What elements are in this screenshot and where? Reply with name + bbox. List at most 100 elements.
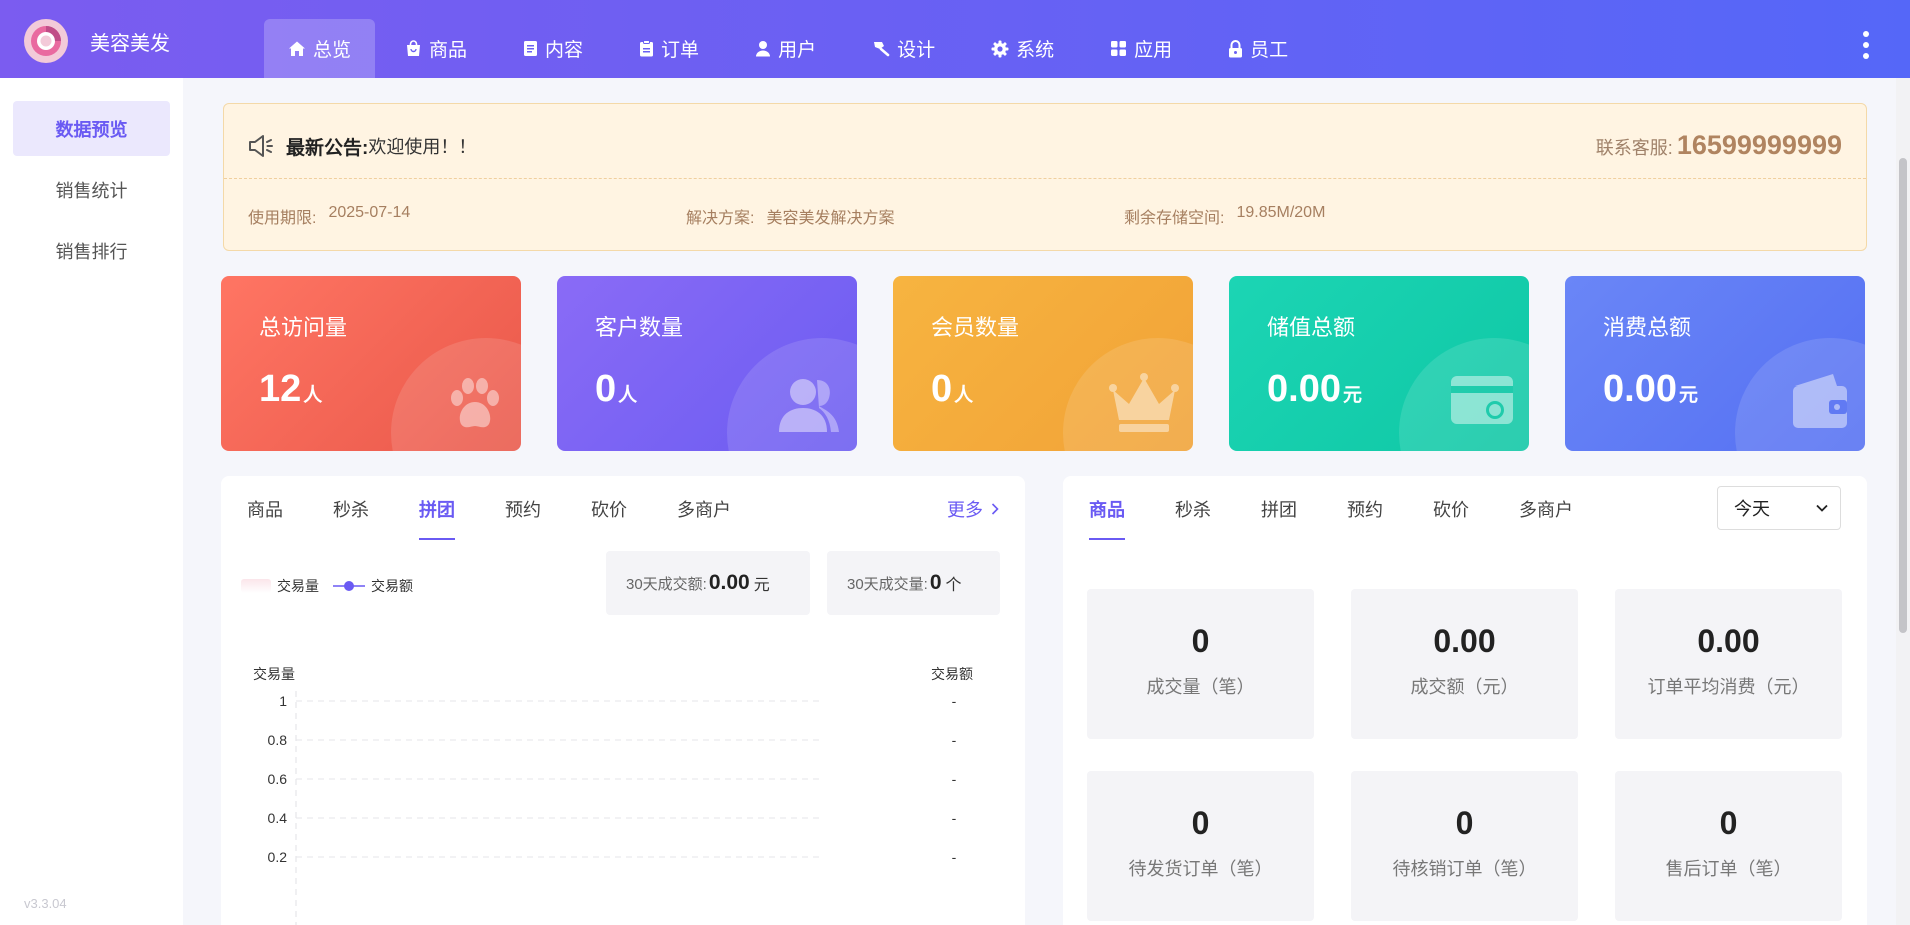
metric-label: 订单平均消费（元） [1647,677,1810,697]
stat-card-total-visits[interactable]: 总访问量 12 人 [221,276,521,451]
scrollbar-thumb[interactable] [1899,158,1907,633]
right-stats-panel: 商品 秒杀 拼团 预约 砍价 多商户 今天 0 成交量（笔） 0.00 成交额（… [1063,476,1867,925]
sidebar-item-data-preview[interactable]: 数据预览 [13,101,170,156]
amount-30d-unit: 元 [753,577,770,594]
chevron-right-icon [991,503,999,515]
legend-volume-swatch [241,579,271,593]
tab-group-buy[interactable]: 拼团 [1261,496,1297,540]
stat-number: 0.00 [1603,368,1677,410]
stat-value: 0人 [931,368,973,411]
stat-value: 0人 [595,368,637,411]
notice-text: 欢迎使用！！ [368,137,477,157]
stat-card-stored-value[interactable]: 储值总额 0.00 元 [1229,276,1529,451]
document-icon [523,40,538,57]
y-left-tick-label: 1 [279,693,287,709]
y-left-tick-label: 0.6 [268,771,288,787]
y-right-axis-title: 交易额 [931,666,973,682]
nav-tab-staff[interactable]: 员工 [1198,19,1314,78]
tab-goods[interactable]: 商品 [247,496,283,540]
legend-volume-label: 交易量 [277,578,319,594]
sidebar: 数据预览 销售统计 销售排行 v3.3.04 [0,78,183,925]
metric-label: 成交量（笔） [1146,677,1255,697]
storage-value: 19.85M/20M [1236,204,1326,221]
notice-divider [224,178,1866,179]
nav-label: 总览 [313,40,352,61]
main-nav: 总览 商品 内容 订单 用户 设计 系统 应用 员工 [264,19,1314,78]
tab-multi-merchant[interactable]: 多商户 [677,496,731,540]
page-scrollbar[interactable] [1896,78,1910,925]
expiry-value: 2025-07-14 [328,204,411,221]
nav-tab-system[interactable]: 系统 [961,19,1080,78]
brand-logo-icon [24,19,68,63]
stat-value: 0.00 元 [1267,368,1362,411]
legend-amount-swatch [333,579,365,593]
sidebar-item-sales-stats[interactable]: 销售统计 [13,162,170,217]
metric-card: 0.00 订单平均消费（元） [1615,589,1842,739]
nav-tab-overview[interactable]: 总览 [264,19,376,78]
y-left-axis-title: 交易量 [253,666,295,682]
contact-label: 联系客服: [1595,138,1673,158]
y-right-tick-label: - [952,693,957,709]
nav-tab-content[interactable]: 内容 [493,19,609,78]
tab-flash-sale[interactable]: 秒杀 [333,496,369,540]
nav-tab-orders[interactable]: 订单 [609,19,725,78]
tab-booking[interactable]: 预约 [1347,496,1383,540]
stat-number: 12 [259,368,302,410]
stat-card-customers[interactable]: 客户数量 0人 [557,276,857,451]
more-link[interactable]: 更多 [947,496,999,522]
nav-tab-products[interactable]: 商品 [375,19,493,78]
chart-grid: 1 - 0.8 - 0.6 - 0.4 - 0.2 - [268,693,957,865]
megaphone-icon [248,134,274,158]
sidebar-item-sales-ranking[interactable]: 销售排行 [13,223,170,278]
stat-unit: 人 [303,385,323,406]
brush-icon [872,40,890,57]
tab-multi-merchant[interactable]: 多商户 [1519,496,1573,540]
stat-label: 会员数量 [931,315,1020,340]
contact-phone[interactable]: 16599999999 [1677,130,1842,161]
more-menu-icon[interactable] [1862,30,1870,60]
metric-card: 0 待发货订单（笔） [1087,771,1314,921]
trade-chart: 交易量 交易额 1 - 0.8 - 0.6 - 0.4 - 0.2 - [253,666,973,925]
stat-unit: 元 [1678,385,1698,406]
metric-label: 成交额（元） [1410,677,1519,697]
customer-service: 联系客服: 16599999999 [1596,130,1842,161]
tab-bargain[interactable]: 砍价 [1433,496,1469,540]
storage-label: 剩余存储空间: [1124,210,1225,227]
nav-tab-apps[interactable]: 应用 [1080,19,1198,78]
tab-booking[interactable]: 预约 [505,496,541,540]
nav-tab-users[interactable]: 用户 [725,19,842,78]
amount-30d-value: 0.00 [708,571,750,594]
metric-value: 0 [1191,623,1210,659]
tab-goods[interactable]: 商品 [1089,496,1125,540]
nav-tab-design[interactable]: 设计 [842,19,961,78]
tab-flash-sale[interactable]: 秒杀 [1175,496,1211,540]
stat-unit: 人 [954,385,974,406]
metric-card: 0 售后订单（笔） [1615,771,1842,921]
brand[interactable]: 美容美发 [24,19,170,63]
left-trade-panel: 商品 秒杀 拼团 预约 砍价 多商户 更多 交易量 交易额 30天成交额: 0.… [221,476,1025,925]
expiry-info: 使用期限: 2025-07-14 [248,204,686,228]
announcement-panel: 最新公告: 欢迎使用！！ 联系客服: 16599999999 使用期限: 202… [223,103,1867,251]
stat-unit: 元 [1342,385,1362,406]
period-select-value: 今天 [1734,499,1770,519]
metric-card: 0.00 成交额（元） [1351,589,1578,739]
period-select[interactable]: 今天 [1717,486,1841,530]
stat-number: 0 [931,368,953,410]
chart-legend: 交易量 交易额 [241,576,413,596]
stat-card-consumption[interactable]: 消费总额 0.00 元 [1565,276,1865,451]
top-navbar: 美容美发 总览 商品 内容 订单 用户 设计 系统 应用 员工 [0,0,1910,78]
y-left-tick-label: 0.2 [268,849,288,865]
stat-label: 储值总额 [1267,315,1356,340]
stat-value: 0.00 元 [1603,368,1698,411]
stat-card-members[interactable]: 会员数量 0人 [893,276,1193,451]
volume-30d-box: 30天成交量: 0 个 [827,551,1000,615]
metric-value: 0.00 [1697,623,1760,659]
left-panel-tabs: 商品 秒杀 拼团 预约 砍价 多商户 [247,496,731,540]
tab-group-buy[interactable]: 拼团 [419,496,455,540]
gear-icon [991,40,1009,58]
tab-bargain[interactable]: 砍价 [591,496,627,540]
shopping-bag-icon [405,40,422,57]
nav-label: 用户 [778,40,817,61]
stat-label: 消费总额 [1603,315,1692,340]
y-right-tick-label: - [952,771,957,787]
